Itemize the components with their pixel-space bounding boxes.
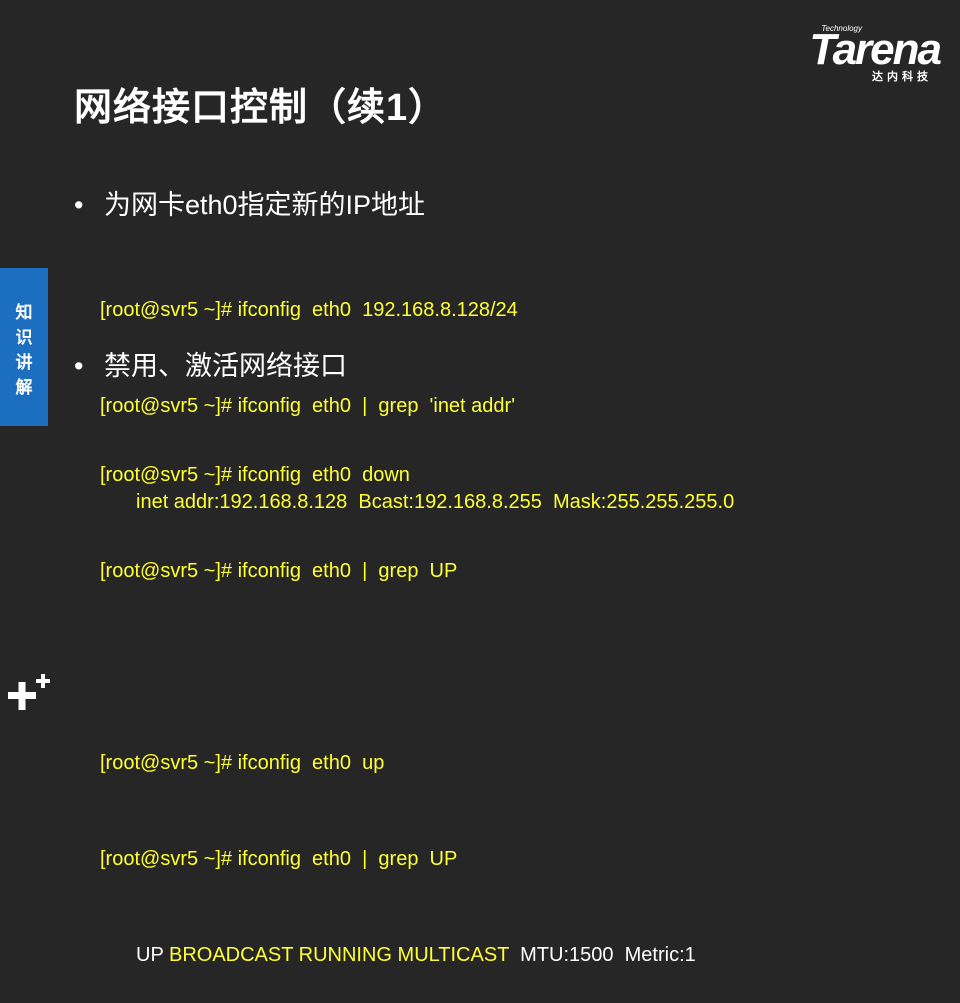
code-output-line: UP BROADCAST RUNNING MULTICAST MTU:1500 … — [100, 939, 696, 971]
plus-icon — [8, 674, 50, 710]
logo-wordmark: Tarena — [809, 25, 942, 74]
code-line: [root@svr5 ~]# ifconfig eth0 192.168.8.1… — [100, 299, 518, 321]
bullet-text: 禁用、激活网络接口 — [104, 351, 347, 381]
side-tab-char: 识 — [15, 328, 33, 347]
code-output-suffix: MTU:1500 Metric:1 — [509, 944, 696, 966]
code-line: [root@svr5 ~]# ifconfig eth0 up — [100, 752, 385, 774]
code-output-prefix: UP — [136, 944, 169, 966]
bullet-dot-icon: • — [74, 351, 84, 381]
code-line: [root@svr5 ~]# ifconfig eth0 | grep UP — [100, 560, 458, 582]
bullet-item: • 禁用、激活网络接口 — [74, 344, 347, 383]
tarena-logo: Technology Tarena 达内科技 — [780, 18, 950, 88]
side-tab-char: 讲 — [15, 353, 33, 372]
code-line: [root@svr5 ~]# ifconfig eth0 | grep UP — [100, 848, 458, 870]
logo-subtitle: 达内科技 — [872, 71, 932, 83]
side-tab-char: 知 — [15, 303, 33, 322]
bullet-item: • 为网卡eth0指定新的IP地址 — [74, 183, 425, 222]
side-tab-char: 解 — [15, 378, 33, 397]
code-block: [root@svr5 ~]# ifconfig eth0 down [root@… — [100, 395, 696, 1003]
slide-title: 网络接口控制（续1） — [74, 87, 448, 129]
bullet-dot-icon: • — [74, 190, 84, 220]
bullet-text: 为网卡eth0指定新的IP地址 — [104, 190, 426, 220]
code-line: [root@svr5 ~]# ifconfig eth0 down — [100, 464, 410, 486]
side-tab-label: 知 识 讲 解 — [13, 300, 35, 400]
code-output-flags: BROADCAST RUNNING MULTICAST — [168, 944, 510, 966]
